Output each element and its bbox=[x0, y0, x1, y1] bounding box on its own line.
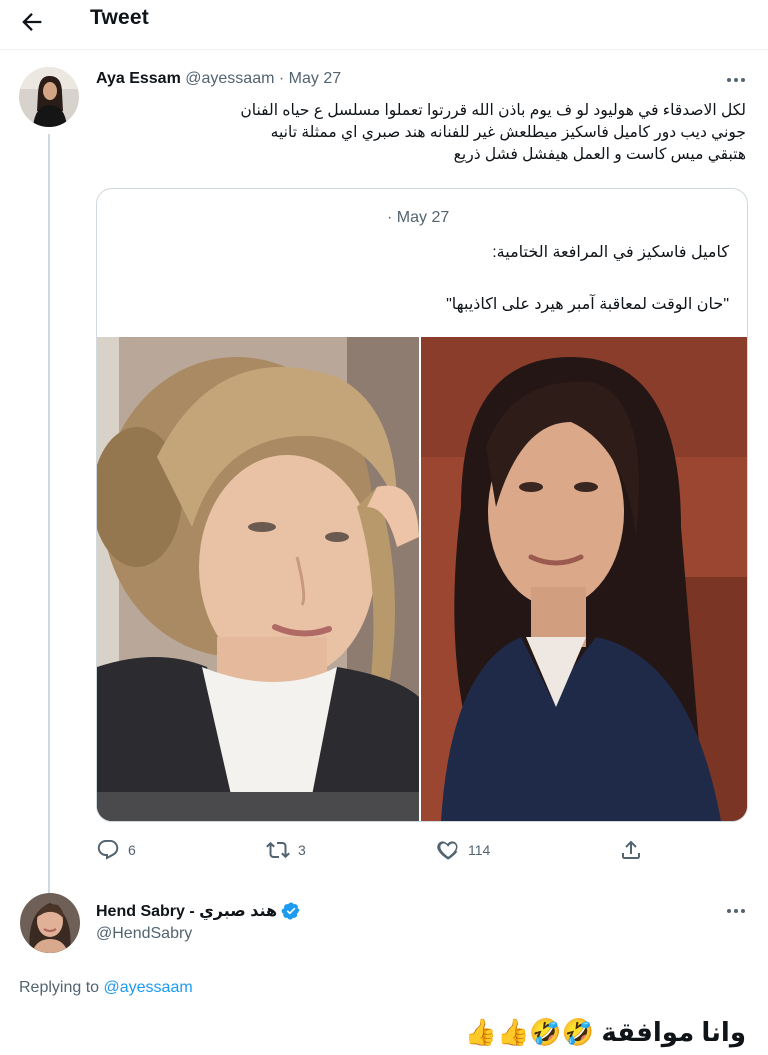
avatar[interactable] bbox=[20, 893, 80, 953]
tweet-text-line: هتبقي ميس كاست و العمل هيفشل فشل ذريع bbox=[453, 146, 746, 163]
retweet-button[interactable]: 3 bbox=[266, 838, 306, 862]
author-handle[interactable]: @HendSabry bbox=[96, 925, 192, 943]
tweet-body: لكل الاصدقاء في هوليود لو ف يوم باذن الل… bbox=[96, 100, 746, 166]
quoted-tweet-card[interactable]: · May 27 كاميل فاسكيز في المرافعة الختام… bbox=[96, 188, 748, 822]
quoted-photo-left[interactable] bbox=[97, 337, 419, 821]
more-icon[interactable] bbox=[724, 899, 748, 923]
author-name[interactable]: Aya Essam bbox=[96, 70, 181, 87]
quoted-photo-right[interactable] bbox=[421, 337, 747, 821]
tweet-text-line: لكل الاصدقاء في هوليود لو ف يوم باذن الل… bbox=[240, 102, 746, 119]
dot-separator: · bbox=[278, 70, 285, 87]
verified-badge-icon bbox=[281, 902, 300, 920]
more-icon[interactable] bbox=[724, 68, 748, 92]
replying-to-handle[interactable]: @ayessaam bbox=[104, 979, 193, 996]
reply-count: 6 bbox=[128, 842, 136, 858]
tweet-date[interactable]: May 27 bbox=[289, 70, 341, 87]
reply-button[interactable]: 6 bbox=[96, 838, 136, 862]
like-icon bbox=[437, 841, 458, 860]
replying-to: Replying to @ayessaam bbox=[19, 979, 193, 997]
quoted-tweet-line: "حان الوقت لمعاقبة آمبر هيرد على اكاذيبه… bbox=[446, 296, 729, 313]
page-title: Tweet bbox=[90, 6, 149, 29]
tweet-header: Hend Sabry - هند صبري bbox=[96, 901, 301, 921]
back-arrow-icon[interactable] bbox=[18, 8, 46, 36]
like-button[interactable]: 114 bbox=[436, 838, 490, 862]
avatar[interactable] bbox=[19, 67, 79, 127]
header-divider bbox=[0, 49, 768, 50]
author-handle[interactable]: @ayessaam bbox=[185, 70, 274, 87]
retweet-count: 3 bbox=[298, 842, 306, 858]
like-count: 114 bbox=[468, 842, 491, 858]
quoted-tweet-line: كاميل فاسكيز في المرافعة الختامية: bbox=[492, 244, 729, 261]
reply-tweet-text: وانا موافقة 🤣🤣👍👍 bbox=[464, 1017, 746, 1047]
share-icon bbox=[622, 840, 640, 859]
share-button[interactable] bbox=[619, 838, 643, 862]
replying-to-label: Replying to bbox=[19, 979, 100, 996]
reply-icon bbox=[97, 840, 119, 860]
retweet-icon bbox=[266, 841, 290, 859]
thread-connector bbox=[48, 134, 50, 894]
tweet-header: Aya Essam @ayessaam · May 27 bbox=[96, 70, 341, 88]
tweet-text-line: جوني ديب دور كاميل فاسكيز ميطلعش غير للف… bbox=[270, 124, 746, 141]
author-name[interactable]: Hend Sabry - هند صبري bbox=[96, 901, 277, 921]
quoted-tweet-date: · May 27 bbox=[387, 209, 450, 226]
